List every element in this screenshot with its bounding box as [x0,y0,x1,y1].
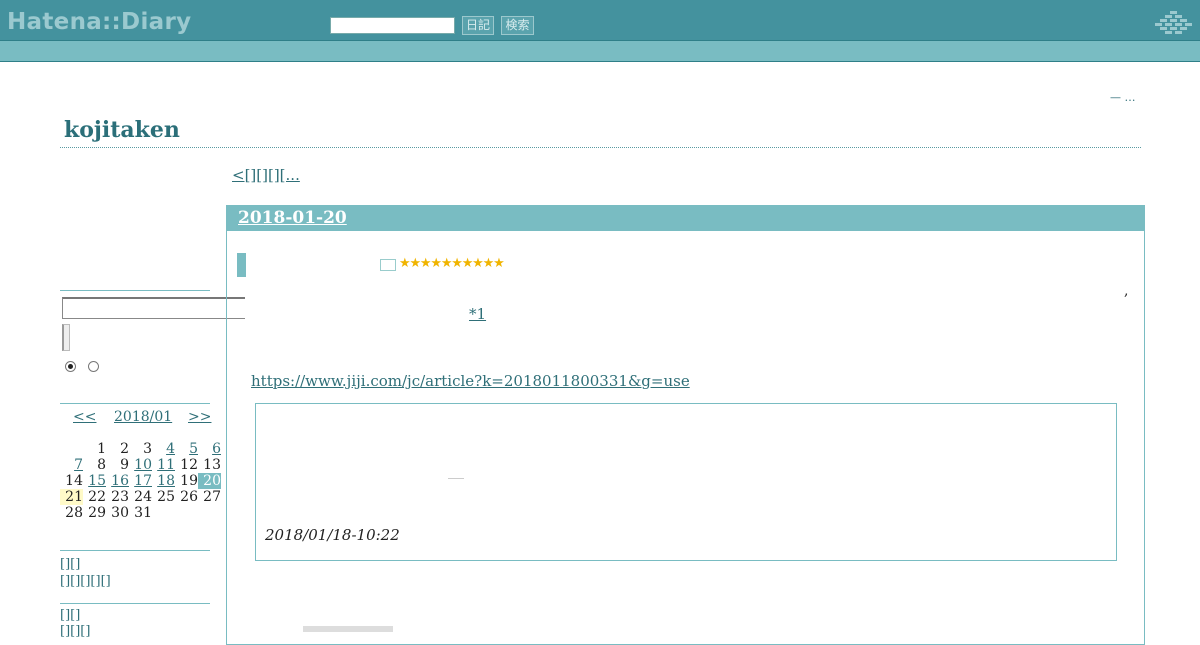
calendar-day-6[interactable]: 6 [198,441,221,457]
calendar-empty-cell [198,505,221,521]
top-right-link[interactable]: — … [1110,91,1136,104]
calendar-week: 123456 [60,441,221,457]
sidebar-search-button[interactable] [62,324,70,351]
sidebar-divider [60,290,210,291]
calendar-day-14: 14 [65,473,83,489]
footnote-link[interactable]: *1 [469,305,486,323]
calendar-day-19: 19 [180,473,198,489]
sidebar-link[interactable]: [][] [60,557,204,572]
sidebar-divider [60,603,210,604]
calendar-empty-cell [60,441,83,457]
calendar-day-7[interactable]: 7 [60,457,83,473]
hatena-diary-logo[interactable]: Hatena::Diary [7,9,191,35]
calendar-day-16[interactable]: 16 [106,473,129,489]
calendar-day-2: 2 [120,441,129,457]
calendar-week: 28 29 30 31 [60,505,221,521]
entry-text: , [1124,283,1129,299]
calendar-day-3: 3 [143,441,152,457]
calendar-day-30: 30 [111,505,129,521]
blog-title[interactable]: kojitaken [64,117,180,143]
quote-timestamp: 2018/01/18-10:22 [265,526,400,544]
top-bar: Hatena::Diary 日記 検索 [0,0,1200,40]
calendar-empty-cell [152,505,175,521]
hatena-bookmark-icon[interactable] [380,259,396,271]
entry-date-link[interactable]: 2018-01-20 [238,208,347,228]
hatena-star-add-button[interactable] [303,626,393,632]
calendar-week: 7 8 9 10 11 12 13 [60,457,221,473]
title-divider [60,147,1141,148]
calendar-day-18[interactable]: 18 [152,473,175,489]
calendar-day-13: 13 [203,457,221,473]
hatena-grid-icon[interactable] [1154,10,1194,36]
blockquote: 2018/01/18-10:22 [255,403,1117,561]
diary-button[interactable]: 日記 [462,16,494,35]
search-scope-radio-diary[interactable] [65,361,76,372]
search-scope-radio-web[interactable] [88,361,99,372]
sidebar-link[interactable]: [][] [60,608,204,623]
calendar-day-8: 8 [97,457,106,473]
calendar: 1 2 3 4 5 6 7 8 9 10 11 12 13 14 15 16 17 18 19 20 21 22 23 24 2… [60,441,221,521]
calendar-next-link[interactable]: >> [188,409,211,425]
calendar-prev-link[interactable]: << [73,409,96,425]
hatena-stars[interactable]: ★★★★★★★★★★ [399,256,505,271]
calendar-day-29: 29 [88,505,106,521]
search-button[interactable]: 検索 [501,16,534,35]
sidebar-link[interactable]: [][][] [60,624,204,639]
sub-bar [0,40,1200,62]
calendar-day-28: 28 [65,505,83,521]
calendar-day-26: 26 [180,489,198,505]
calendar-week: 14 15 16 17 18 19 20 [60,473,221,489]
section-marker [237,253,246,277]
calendar-day-11[interactable]: 11 [152,457,175,473]
entry-date-bar: 2018-01-20 [227,206,1144,231]
calendar-day-20[interactable]: 20 [198,473,221,489]
calendar-day-24: 24 [134,489,152,505]
calendar-day-25: 25 [157,489,175,505]
sidebar-search-input[interactable] [62,297,245,319]
calendar-week: 21 22 23 24 25 26 27 [60,489,221,505]
calendar-day-15[interactable]: 15 [83,473,106,489]
article-url-link[interactable]: https://www.jiji.com/jc/article?k=201801… [251,372,690,390]
prev-entries-link[interactable]: <[][][][... [232,166,346,184]
sidebar-divider [60,550,210,551]
calendar-day-5[interactable]: 5 [175,441,198,457]
calendar-day-21: 21 [60,489,83,505]
diary-entry: 2018-01-20 ★★★★★★★★★★ , *1 https://www.j… [226,205,1145,645]
calendar-day-27: 27 [203,489,221,505]
calendar-day-10[interactable]: 10 [129,457,152,473]
calendar-day-23: 23 [111,489,129,505]
calendar-day-12: 12 [180,457,198,473]
calendar-day-22: 22 [88,489,106,505]
quote-divider [448,478,464,479]
calendar-month-link[interactable]: 2018/01 [114,409,172,425]
header-search-input[interactable] [330,17,455,34]
calendar-empty-cell [175,505,198,521]
calendar-day-9: 9 [120,457,129,473]
calendar-day-1: 1 [97,441,106,457]
calendar-day-17[interactable]: 17 [129,473,152,489]
sidebar-divider [60,403,210,404]
calendar-day-31: 31 [134,505,152,521]
calendar-day-4[interactable]: 4 [152,441,175,457]
